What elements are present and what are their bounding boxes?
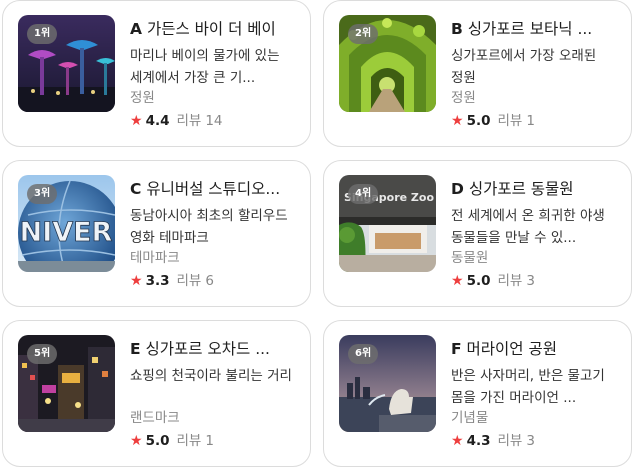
review-label: 리뷰 <box>497 113 523 129</box>
place-title[interactable]: B 싱가포르 보타닉 ... <box>451 17 621 41</box>
place-name: 유니버설 스튜디오... <box>146 180 281 198</box>
review-label: 리뷰 <box>176 113 202 129</box>
rating-score: 4.3 <box>466 433 491 449</box>
rank-badge: 5위 <box>27 344 58 364</box>
place-name: 싱가포르 보타닉 ... <box>467 20 593 38</box>
rank-badge: 1위 <box>27 24 58 44</box>
place-marker-letter: E <box>130 340 141 358</box>
place-marker-letter: B <box>451 20 463 38</box>
rank-badge: 4위 <box>348 184 379 204</box>
rating-score: 5.0 <box>145 433 170 449</box>
place-rating: ★ 5.0 리뷰 3 <box>451 271 535 291</box>
star-icon: ★ <box>451 113 464 129</box>
place-card-f[interactable]: 6위 F 머라이언 공원 반은 사자머리, 반은 물고기 몸을 가진 머라이언 … <box>323 320 632 467</box>
place-title[interactable]: C 유니버설 스튜디오... <box>130 177 300 201</box>
place-name: 머라이언 공원 <box>466 340 558 358</box>
rating-score: 3.3 <box>145 273 170 289</box>
place-name: 싱가포르 동물원 <box>468 180 574 198</box>
star-icon: ★ <box>130 433 143 449</box>
place-card-a[interactable]: 1위 A 가든스 바이 더 베이 마리나 베이의 물가에 있는 세계에서 가장 … <box>2 0 311 147</box>
place-description: 동남아시아 최초의 할리우드 영화 테마파크 <box>130 208 288 246</box>
review-label: 리뷰 <box>176 433 202 449</box>
place-card-e[interactable]: 5위 E 싱가포르 오차드 ... 쇼핑의 천국이라 불리는 거리 랜드마크 ★… <box>2 320 311 467</box>
place-card-c[interactable]: NIVER 3위 C 유니버설 스튜디오... 동남아시아 최초의 할리우드 영… <box>2 160 311 307</box>
globe-sign-text: NIVER <box>20 217 113 248</box>
rank-badge: 3위 <box>27 184 58 204</box>
place-title[interactable]: D 싱가포르 동물원 <box>451 177 621 201</box>
place-description: 마리나 베이의 물가에 있는 세계에서 가장 큰 기... <box>130 48 280 86</box>
review-count: 1 <box>205 433 214 449</box>
place-category: 랜드마크 <box>130 410 180 426</box>
review-label: 리뷰 <box>176 273 202 289</box>
rating-score: 5.0 <box>466 113 491 129</box>
star-icon: ★ <box>451 273 464 289</box>
place-marker-letter: D <box>451 180 464 198</box>
review-count: 6 <box>205 273 214 289</box>
review-label: 리뷰 <box>497 433 523 449</box>
place-title[interactable]: A 가든스 바이 더 베이 <box>130 17 300 41</box>
place-marker-letter: C <box>130 180 142 198</box>
review-count: 1 <box>526 113 535 129</box>
place-description: 쇼핑의 천국이라 불리는 거리 <box>130 368 292 384</box>
rating-score: 5.0 <box>466 273 491 289</box>
place-name: 가든스 바이 더 베이 <box>146 20 276 38</box>
place-rating: ★ 5.0 리뷰 1 <box>130 431 214 451</box>
place-rating: ★ 4.3 리뷰 3 <box>451 431 535 451</box>
place-category: 테마파크 <box>130 250 180 266</box>
place-card-b[interactable]: 2위 B 싱가포르 보타닉 ... 싱가포르에서 가장 오래된 정원 정원 ★ 5… <box>323 0 632 147</box>
place-category: 정원 <box>451 90 476 106</box>
place-category: 정원 <box>130 90 155 106</box>
review-count: 14 <box>205 113 223 129</box>
place-marker-letter: F <box>451 340 462 358</box>
place-thumbnail[interactable]: 2위 <box>339 15 436 112</box>
review-count: 3 <box>526 273 535 289</box>
place-rating: ★ 3.3 리뷰 6 <box>130 271 214 291</box>
place-thumbnail[interactable]: NIVER 3위 <box>18 175 115 272</box>
review-count: 3 <box>526 433 535 449</box>
place-thumbnail[interactable]: 1위 <box>18 15 115 112</box>
place-title[interactable]: F 머라이언 공원 <box>451 337 621 361</box>
rating-score: 4.4 <box>145 113 170 129</box>
place-list-page: 1위 A 가든스 바이 더 베이 마리나 베이의 물가에 있는 세계에서 가장 … <box>0 0 633 472</box>
place-name: 싱가포르 오차드 ... <box>145 340 270 358</box>
place-description: 싱가포르에서 가장 오래된 정원 <box>451 48 597 86</box>
place-thumbnail[interactable]: 6위 <box>339 335 436 432</box>
place-category: 기념물 <box>451 410 489 426</box>
star-icon: ★ <box>130 113 143 129</box>
star-icon: ★ <box>130 273 143 289</box>
star-icon: ★ <box>451 433 464 449</box>
place-description: 전 세계에서 온 희귀한 야생 동물들을 만날 수 있... <box>451 208 605 246</box>
place-category: 동물원 <box>451 250 489 266</box>
place-card-d[interactable]: Singapore Zoo 4위 D 싱가포르 동물원 전 세계에서 온 희귀한… <box>323 160 632 307</box>
place-thumbnail[interactable]: 5위 <box>18 335 115 432</box>
place-marker-letter: A <box>130 20 142 38</box>
place-title[interactable]: E 싱가포르 오차드 ... <box>130 337 300 361</box>
rank-badge: 2위 <box>348 24 379 44</box>
place-rating: ★ 5.0 리뷰 1 <box>451 111 535 131</box>
place-rating: ★ 4.4 리뷰 14 <box>130 111 223 131</box>
place-thumbnail[interactable]: Singapore Zoo 4위 <box>339 175 436 272</box>
rank-badge: 6위 <box>348 344 379 364</box>
review-label: 리뷰 <box>497 273 523 289</box>
place-description: 반은 사자머리, 반은 물고기 몸을 가진 머라이언 ... <box>451 368 605 406</box>
